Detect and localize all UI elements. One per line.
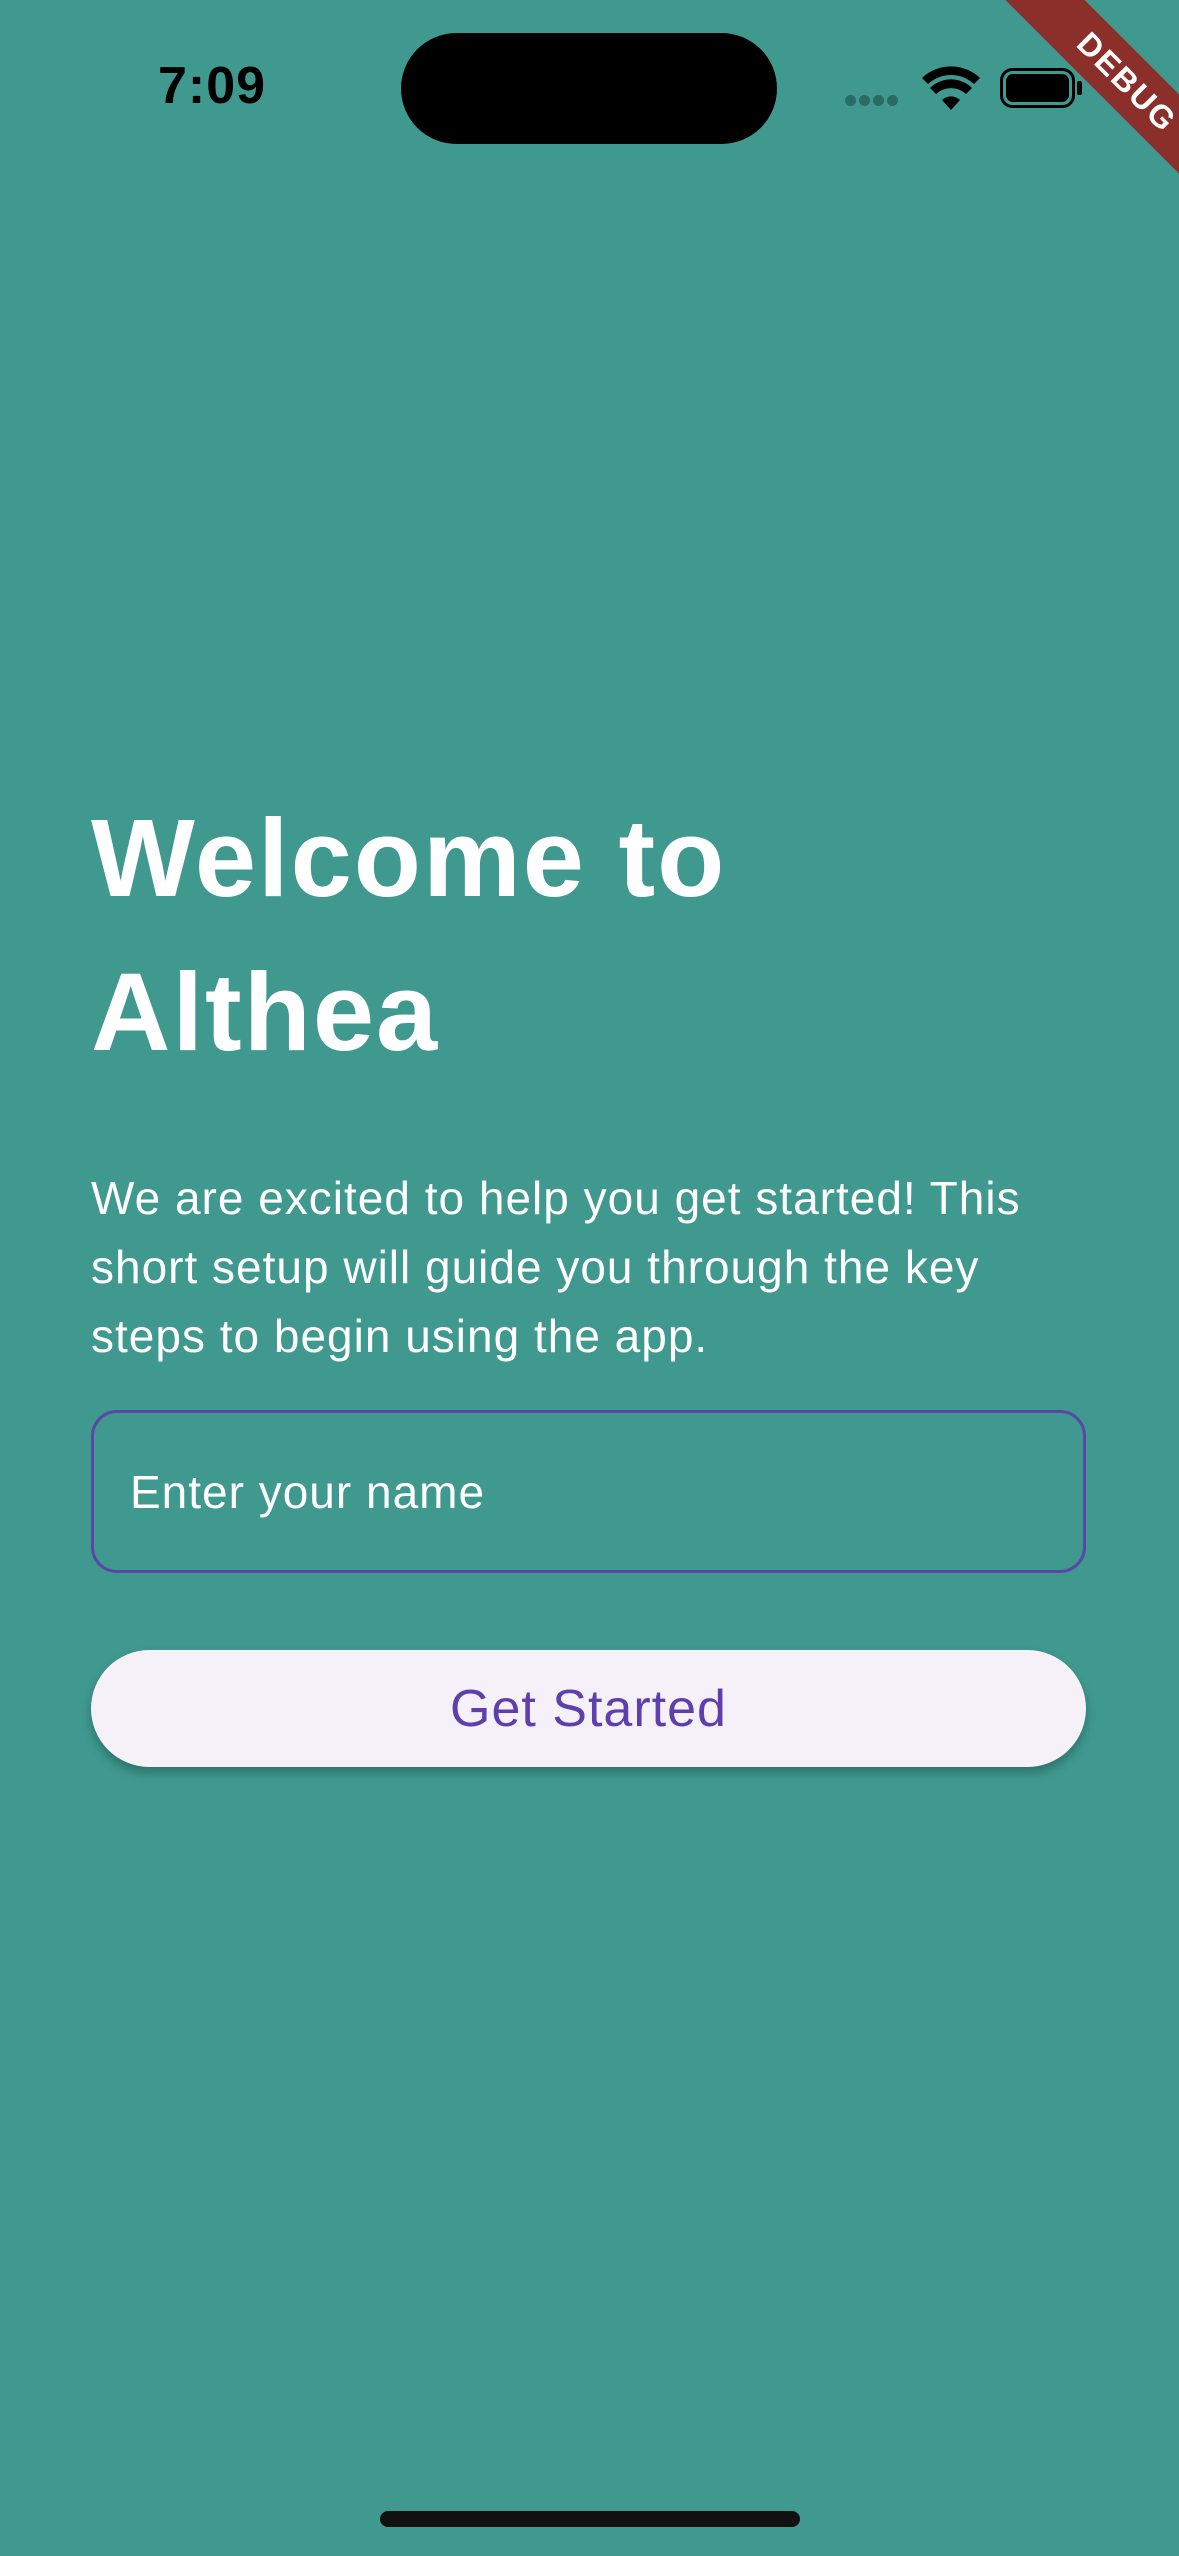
get-started-button[interactable]: Get Started	[91, 1650, 1086, 1767]
status-time: 7:09	[158, 57, 267, 115]
dynamic-island	[401, 33, 777, 144]
wifi-icon	[922, 66, 980, 110]
home-indicator	[380, 2511, 800, 2527]
signal-icon	[845, 93, 905, 107]
debug-banner: DEBUG	[979, 0, 1179, 200]
welcome-description: We are excited to help you get started! …	[91, 1172, 1021, 1362]
welcome-title: Welcome to Althea	[91, 797, 727, 1074]
name-input[interactable]	[94, 1413, 1083, 1570]
name-field[interactable]	[91, 1410, 1086, 1573]
welcome-section: Welcome to Althea We are excited to help…	[91, 782, 1089, 1371]
debug-banner-label: DEBUG	[994, 0, 1179, 200]
